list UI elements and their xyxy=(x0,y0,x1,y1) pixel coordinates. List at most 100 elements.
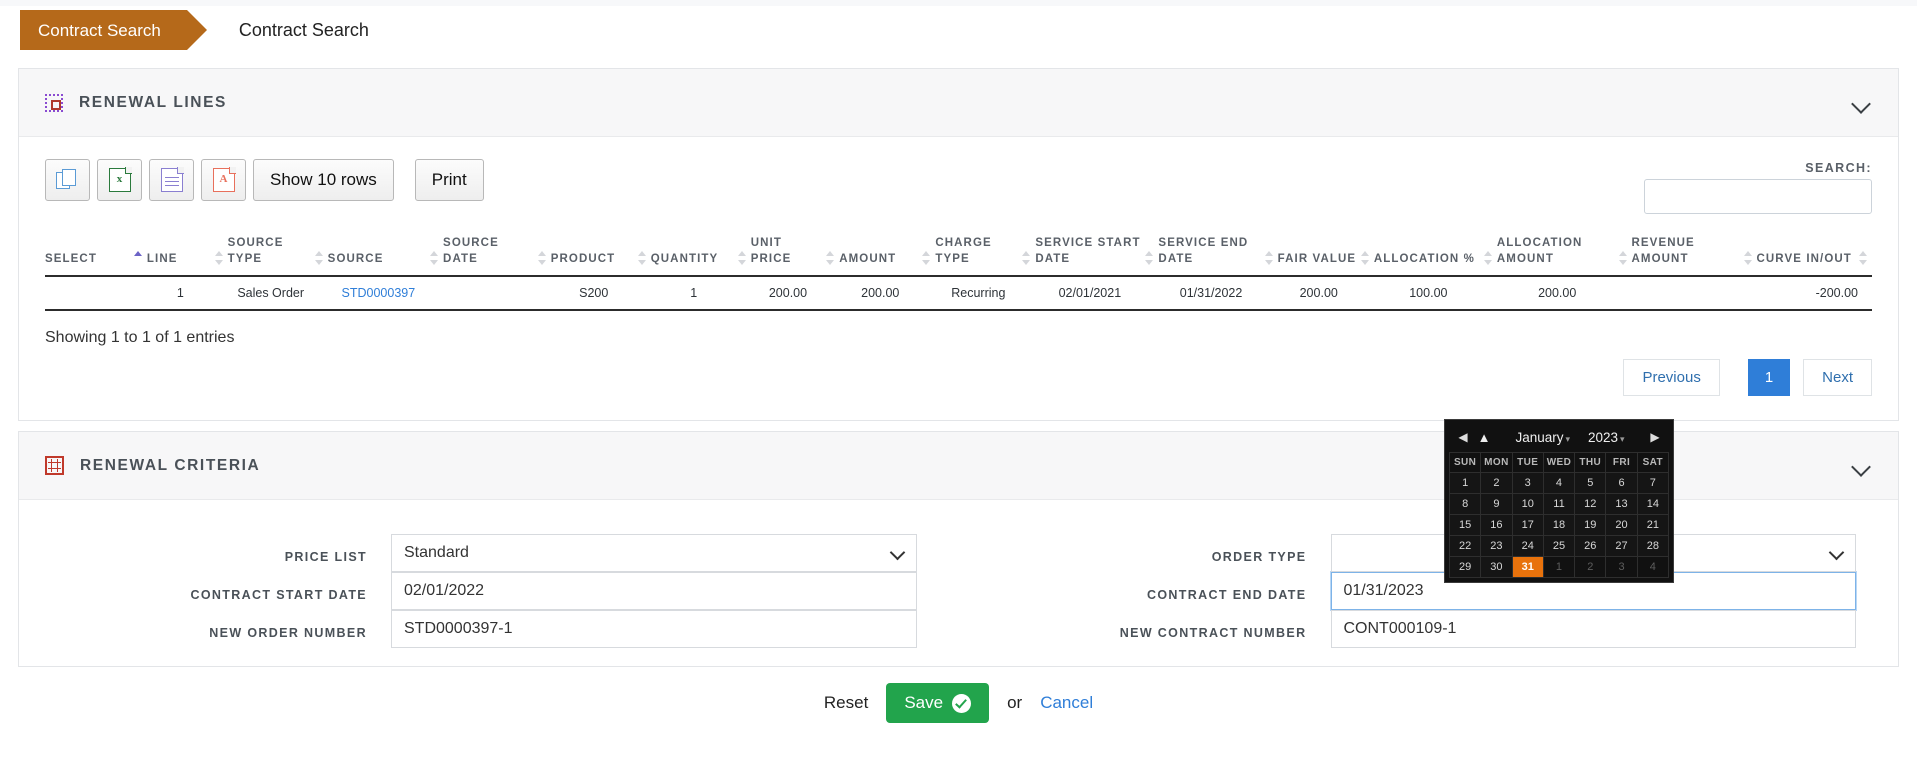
day-cell[interactable]: 15 xyxy=(1448,514,1482,536)
datepicker-next-right-arrow-icon[interactable]: ▶ xyxy=(1645,430,1665,444)
day-cell-selected[interactable]: 31 xyxy=(1511,556,1544,578)
datepicker-year-select[interactable]: 2023 ▾ xyxy=(1586,430,1627,445)
day-cell[interactable]: 3 xyxy=(1605,556,1638,578)
print-button[interactable]: Print xyxy=(414,159,484,201)
show-rows-button[interactable]: Show 10 rows xyxy=(253,159,394,201)
col-service-start-date[interactable]: SERVICE START DATE xyxy=(1035,230,1159,278)
day-cell[interactable]: 19 xyxy=(1574,514,1607,536)
day-cell[interactable]: 20 xyxy=(1605,514,1638,536)
day-cell[interactable]: 4 xyxy=(1542,472,1576,494)
price-list-label: PRICE LIST xyxy=(284,550,367,565)
day-cell[interactable]: 13 xyxy=(1605,493,1638,515)
col-revenue-amount[interactable]: REVENUE AMOUNT xyxy=(1631,230,1757,278)
contract-start-date-label: CONTRACT START DATE xyxy=(190,588,367,603)
day-cell[interactable]: 29 xyxy=(1448,556,1482,578)
datepicker-home-icon[interactable]: ▲ xyxy=(1473,430,1495,445)
renewal-criteria-title: RENEWAL CRITERIA xyxy=(80,456,261,474)
col-source-date[interactable]: SOURCE DATE xyxy=(443,230,551,278)
cell-line: 1 xyxy=(146,276,228,312)
renewal-lines-title: RENEWAL LINES xyxy=(79,93,227,111)
new-contract-number-input[interactable] xyxy=(1330,610,1856,649)
pagination-page-1-button[interactable]: 1 xyxy=(1747,359,1791,397)
day-cell[interactable]: 2 xyxy=(1480,472,1513,494)
day-cell[interactable]: 26 xyxy=(1574,535,1607,557)
day-cell[interactable]: 1 xyxy=(1448,472,1482,494)
pagination-next-button[interactable]: Next xyxy=(1803,359,1872,397)
day-cell[interactable]: 28 xyxy=(1636,535,1670,557)
check-circle-icon xyxy=(952,693,972,713)
datepicker-month-select[interactable]: January ▾ xyxy=(1513,430,1572,445)
col-quantity[interactable]: QUANTITY xyxy=(650,230,751,278)
day-cell[interactable]: 8 xyxy=(1448,493,1482,515)
day-cell[interactable]: 9 xyxy=(1480,493,1513,515)
criteria-left-column: PRICE LIST CONTRACT START DATE NEW ORDER… xyxy=(19,534,959,649)
cancel-button[interactable]: Cancel xyxy=(1040,693,1093,713)
csv-export-button[interactable] xyxy=(149,159,194,201)
day-cell[interactable]: 23 xyxy=(1480,535,1513,557)
contract-start-date-input[interactable] xyxy=(391,572,917,611)
datepicker-popup[interactable]: ◀ ▲ January ▾ 2023 ▾ ▶ SUN MON TUE WED THU… xyxy=(1444,419,1674,583)
cell-source[interactable]: STD0000397 xyxy=(327,276,444,312)
col-fair-value[interactable]: FAIR VALUE xyxy=(1277,230,1374,278)
day-cell[interactable]: 18 xyxy=(1542,514,1576,536)
day-cell[interactable]: 21 xyxy=(1636,514,1670,536)
day-cell[interactable]: 24 xyxy=(1511,535,1544,557)
day-cell[interactable]: 11 xyxy=(1542,493,1576,515)
pdf-export-button[interactable]: A xyxy=(201,159,246,201)
day-cell[interactable]: 1 xyxy=(1542,556,1576,578)
day-cell[interactable]: 22 xyxy=(1448,535,1482,557)
datepicker-days: 1 2 3 4 5 6 7 8 9 10 11 12 13 14 15 16 1… xyxy=(1448,472,1670,578)
sort-indicator-icon xyxy=(1859,251,1868,266)
datepicker-week: 15 16 17 18 19 20 21 xyxy=(1448,514,1670,536)
day-cell[interactable]: 6 xyxy=(1605,472,1638,494)
weekday-mon: MON xyxy=(1480,452,1513,473)
col-line[interactable]: LINE xyxy=(146,230,228,278)
col-source-type[interactable]: SOURCE TYPE xyxy=(227,230,328,278)
pagination-previous-button[interactable]: Previous xyxy=(1623,359,1720,397)
col-unit-price[interactable]: UNIT PRICE xyxy=(750,230,840,278)
save-button-label: Save xyxy=(904,693,944,713)
day-cell[interactable]: 5 xyxy=(1574,472,1607,494)
excel-export-button[interactable]: x xyxy=(97,159,142,201)
new-order-number-input[interactable] xyxy=(391,610,917,649)
col-charge-type[interactable]: CHARGE TYPE xyxy=(935,230,1036,278)
breadcrumb-tab-contract-search[interactable]: Contract Search xyxy=(20,10,207,50)
renewal-criteria-collapse-chevron-down-icon[interactable] xyxy=(1852,456,1872,476)
copy-button[interactable] xyxy=(45,159,90,201)
reset-button[interactable]: Reset xyxy=(824,693,868,713)
sort-indicator-icon xyxy=(1360,251,1370,266)
or-label: or xyxy=(1007,693,1023,713)
col-select[interactable]: SELECT xyxy=(45,230,147,278)
col-product[interactable]: PRODUCT xyxy=(550,230,651,278)
day-cell[interactable]: 17 xyxy=(1511,514,1544,536)
price-list-select[interactable] xyxy=(391,534,917,573)
table-row[interactable]: 1 Sales Order STD0000397 S200 1 200.00 2… xyxy=(45,276,1872,312)
save-button[interactable]: Save xyxy=(886,683,990,724)
cell-curve-in-out: -200.00 xyxy=(1756,276,1872,312)
col-allocation-amount[interactable]: ALLOCATION AMOUNT xyxy=(1496,230,1632,278)
day-cell[interactable]: 10 xyxy=(1511,493,1544,515)
weekday-sat: SAT xyxy=(1636,452,1670,473)
renewal-lines-collapse-chevron-down-icon[interactable] xyxy=(1852,93,1872,113)
col-source[interactable]: SOURCE xyxy=(327,230,444,278)
day-cell[interactable]: 3 xyxy=(1511,472,1544,494)
day-cell[interactable]: 30 xyxy=(1480,556,1513,578)
search-label: SEARCH: xyxy=(1805,161,1872,175)
day-cell[interactable]: 12 xyxy=(1574,493,1607,515)
col-curve-in-out[interactable]: CURVE IN/OUT xyxy=(1756,230,1872,278)
cell-select[interactable] xyxy=(45,276,147,312)
datepicker-prev-left-arrow-icon[interactable]: ◀ xyxy=(1453,430,1473,444)
day-cell[interactable]: 25 xyxy=(1542,535,1576,557)
day-cell[interactable]: 16 xyxy=(1480,514,1513,536)
col-service-end-date[interactable]: SERVICE END DATE xyxy=(1158,230,1278,278)
day-cell[interactable]: 2 xyxy=(1574,556,1607,578)
day-cell[interactable]: 14 xyxy=(1636,493,1670,515)
day-cell[interactable]: 7 xyxy=(1636,472,1670,494)
col-label: SOURCE xyxy=(327,252,384,265)
col-amount[interactable]: AMOUNT xyxy=(839,230,936,278)
col-allocation-pct[interactable]: ALLOCATION % xyxy=(1373,230,1497,278)
day-cell[interactable]: 4 xyxy=(1636,556,1670,578)
source-link[interactable]: STD0000397 xyxy=(342,286,416,300)
search-input[interactable] xyxy=(1644,179,1872,214)
day-cell[interactable]: 27 xyxy=(1605,535,1638,557)
